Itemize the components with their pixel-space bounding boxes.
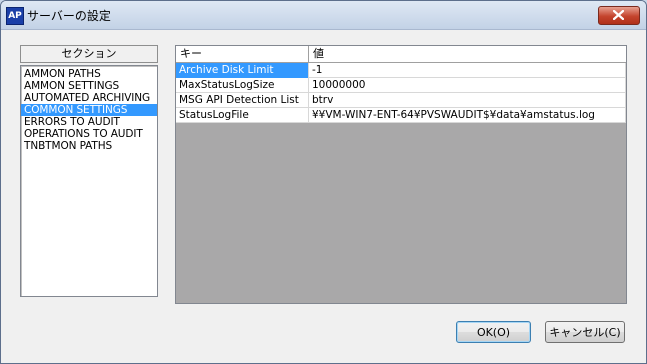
row-key[interactable]: StatusLogFile [176, 108, 309, 123]
section-item-tnbtmon-paths[interactable]: TNBTMON PATHS [21, 140, 157, 152]
row-value[interactable]: 10000000 [309, 78, 626, 93]
row-value[interactable]: btrv [309, 93, 626, 108]
column-header-key[interactable]: キー [176, 46, 309, 62]
row-key[interactable]: MaxStatusLogSize [176, 78, 309, 93]
table-row[interactable]: Archive Disk Limit -1 [176, 63, 626, 78]
close-button[interactable] [598, 6, 640, 25]
row-value[interactable]: ¥¥VM-WIN7-ENT-64¥PVSWAUDIT$¥data¥amstatu… [309, 108, 626, 123]
section-list-header: セクション [20, 45, 158, 63]
app-icon: AP [6, 7, 24, 25]
section-item-ammon-paths[interactable]: AMMON PATHS [21, 68, 157, 80]
settings-dialog: AP サーバーの設定 セクション AMMON PATHS AMMON SETTI… [0, 0, 647, 364]
ok-button[interactable]: OK(O) [456, 321, 531, 343]
row-key[interactable]: MSG API Detection List [176, 93, 309, 108]
table-row[interactable]: MSG API Detection List btrv [176, 93, 626, 108]
section-list[interactable]: AMMON PATHS AMMON SETTINGS AUTOMATED ARC… [20, 65, 158, 297]
settings-grid[interactable]: キー 値 Archive Disk Limit -1 MaxStatusLogS… [175, 45, 627, 304]
cancel-button[interactable]: キャンセル(C) [545, 321, 625, 343]
close-icon [613, 10, 624, 20]
section-item-common-settings[interactable]: COMMON SETTINGS [21, 104, 157, 116]
row-key[interactable]: Archive Disk Limit [176, 63, 309, 78]
section-item-operations-to-audit[interactable]: OPERATIONS TO AUDIT [21, 128, 157, 140]
table-row[interactable]: StatusLogFile ¥¥VM-WIN7-ENT-64¥PVSWAUDIT… [176, 108, 626, 123]
table-row[interactable]: MaxStatusLogSize 10000000 [176, 78, 626, 93]
window-title: サーバーの設定 [27, 9, 111, 23]
column-header-value[interactable]: 値 [309, 46, 626, 62]
grid-header: キー 値 [176, 46, 626, 63]
title-bar[interactable]: AP サーバーの設定 [1, 1, 646, 30]
section-item-errors-to-audit[interactable]: ERRORS TO AUDIT [21, 116, 157, 128]
section-item-ammon-settings[interactable]: AMMON SETTINGS [21, 80, 157, 92]
row-value[interactable]: -1 [309, 63, 626, 78]
dialog-body: セクション AMMON PATHS AMMON SETTINGS AUTOMAT… [1, 30, 646, 363]
section-item-automated-archiving[interactable]: AUTOMATED ARCHIVING [21, 92, 157, 104]
